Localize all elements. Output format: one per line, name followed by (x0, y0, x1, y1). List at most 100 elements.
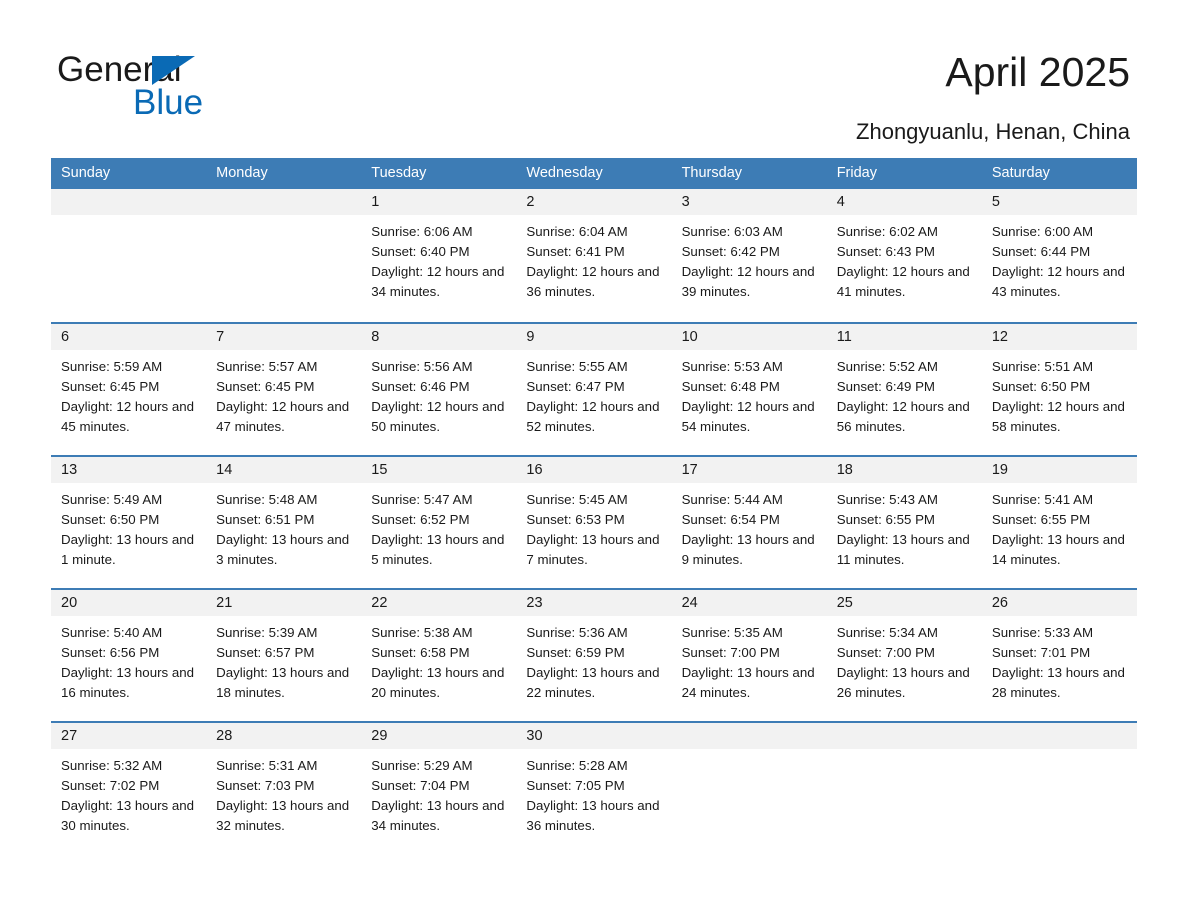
day-number-band (981, 723, 1137, 749)
day-number-band: 25 (826, 590, 982, 616)
day-number: 29 (371, 728, 388, 744)
calendar-day-cell[interactable]: 18 Sunrise: 5:43 AM Sunset: 6:55 PM Dayligh… (826, 457, 982, 588)
daylight-text: Daylight: 13 hours and 34 minutes. (371, 798, 505, 833)
calendar-day-cell[interactable]: 21 Sunrise: 5:39 AM Sunset: 6:57 PM Dayligh… (206, 590, 362, 721)
calendar-day-cell[interactable]: 5 Sunrise: 6:00 AM Sunset: 6:44 PM Daylight… (981, 189, 1137, 322)
sunrise-text: Sunrise: 5:39 AM (216, 625, 318, 640)
page-title: April 2025 (945, 49, 1130, 95)
calendar-day-cell[interactable]: 26 Sunrise: 5:33 AM Sunset: 7:01 PM Dayligh… (981, 590, 1137, 721)
calendar-day-cell[interactable]: 30 Sunrise: 5:28 AM Sunset: 7:05 PM Dayligh… (516, 723, 672, 854)
day-number: 7 (216, 329, 225, 345)
day-number: 22 (371, 595, 388, 611)
day-number: 4 (836, 194, 845, 210)
calendar-week-row: 13 Sunrise: 5:49 AM Sunset: 6:50 PM Dayligh… (51, 455, 1137, 588)
calendar-day-cell[interactable]: 27 Sunrise: 5:32 AM Sunset: 7:02 PM Dayligh… (51, 723, 207, 854)
calendar-day-cell[interactable]: 4 Sunrise: 6:02 AM Sunset: 6:43 PM Daylight… (826, 189, 982, 322)
day-sun-info: Sunrise: 5:38 AM Sunset: 6:58 PM Daylight:… (361, 616, 516, 703)
day-number-band: 12 (981, 324, 1137, 350)
sunset-text: Sunset: 7:03 PM (216, 778, 315, 793)
calendar-day-cell[interactable]: 3 Sunrise: 6:03 AM Sunset: 6:42 PM Daylight… (671, 189, 827, 322)
calendar-day-cell[interactable]: 11 Sunrise: 5:52 AM Sunset: 6:49 PM Dayligh… (826, 324, 982, 455)
weekday-header-monday: Monday (216, 165, 268, 181)
calendar-day-cell[interactable]: 2 Sunrise: 6:04 AM Sunset: 6:41 PM Daylight… (516, 189, 672, 322)
sunrise-text: Sunrise: 5:33 AM (991, 625, 1094, 640)
daylight-text: Daylight: 12 hours and 39 minutes. (681, 264, 815, 299)
calendar-day-cell[interactable]: 20 Sunrise: 5:40 AM Sunset: 6:56 PM Dayligh… (51, 590, 207, 721)
sunrise-text: Sunrise: 5:59 AM (61, 359, 163, 374)
calendar-day-cell[interactable]: 15 Sunrise: 5:47 AM Sunset: 6:52 PM Dayligh… (361, 457, 517, 588)
day-sun-info: Sunrise: 5:56 AM Sunset: 6:46 PM Daylight:… (361, 350, 516, 437)
sunset-text: Sunset: 6:46 PM (371, 379, 470, 394)
day-number: 18 (836, 462, 853, 478)
daylight-text: Daylight: 13 hours and 30 minutes. (61, 798, 195, 833)
sunset-text: Sunset: 6:51 PM (216, 512, 315, 527)
calendar-week-row: 20 Sunrise: 5:40 AM Sunset: 6:56 PM Dayligh… (51, 588, 1137, 721)
day-number: 5 (991, 194, 1000, 210)
sunset-text: Sunset: 6:57 PM (216, 645, 315, 660)
daylight-text: Daylight: 12 hours and 41 minutes. (836, 264, 970, 299)
day-number-band: 14 (206, 457, 362, 483)
day-number: 24 (681, 595, 698, 611)
sunset-text: Sunset: 6:55 PM (836, 512, 936, 527)
day-sun-info: Sunrise: 5:32 AM Sunset: 7:02 PM Daylight:… (51, 749, 206, 836)
calendar-day-cell[interactable]: 23 Sunrise: 5:36 AM Sunset: 6:59 PM Dayligh… (516, 590, 672, 721)
calendar-day-cell[interactable]: 19 Sunrise: 5:41 AM Sunset: 6:55 PM Dayligh… (981, 457, 1137, 588)
sunset-text: Sunset: 6:52 PM (371, 512, 470, 527)
sunrise-text: Sunrise: 5:38 AM (371, 625, 473, 640)
calendar-day-cell[interactable]: 7 Sunrise: 5:57 AM Sunset: 6:45 PM Daylight… (206, 324, 362, 455)
calendar-day-cell[interactable]: 29 Sunrise: 5:29 AM Sunset: 7:04 PM Dayligh… (361, 723, 517, 854)
calendar-day-cell[interactable]: 9 Sunrise: 5:55 AM Sunset: 6:47 PM Daylight… (516, 324, 672, 455)
calendar-day-cell[interactable]: 10 Sunrise: 5:53 AM Sunset: 6:48 PM Dayligh… (671, 324, 827, 455)
daylight-text: Daylight: 13 hours and 5 minutes. (371, 532, 505, 567)
sunset-text: Sunset: 6:59 PM (526, 645, 625, 660)
sunrise-text: Sunrise: 6:02 AM (836, 224, 938, 239)
calendar-day-cell[interactable]: 24 Sunrise: 5:35 AM Sunset: 7:00 PM Dayligh… (671, 590, 827, 721)
calendar-week-row: 6 Sunrise: 5:59 AM Sunset: 6:45 PM Daylight… (51, 322, 1137, 455)
sunset-text: Sunset: 6:41 PM (526, 244, 625, 259)
calendar-day-cell-empty (51, 189, 207, 322)
calendar-day-cell[interactable]: 25 Sunrise: 5:34 AM Sunset: 7:00 PM Dayligh… (826, 590, 982, 721)
day-sun-info: Sunrise: 5:59 AM Sunset: 6:45 PM Daylight:… (51, 350, 206, 437)
sunset-text: Sunset: 6:49 PM (836, 379, 936, 394)
day-number: 10 (681, 329, 698, 345)
calendar-day-cell[interactable]: 14 Sunrise: 5:48 AM Sunset: 6:51 PM Dayligh… (206, 457, 362, 588)
calendar-table: Sunday Monday Tuesday Wednesday Thursday… (51, 158, 1137, 854)
daylight-text: Daylight: 12 hours and 36 minutes. (526, 264, 660, 299)
daylight-text: Daylight: 12 hours and 58 minutes. (991, 399, 1125, 434)
calendar-day-cell[interactable]: 12 Sunrise: 5:51 AM Sunset: 6:50 PM Dayligh… (981, 324, 1137, 455)
calendar-day-cell[interactable]: 1 Sunrise: 6:06 AM Sunset: 6:40 PM Daylight… (361, 189, 517, 322)
calendar-day-cell[interactable]: 17 Sunrise: 5:44 AM Sunset: 6:54 PM Dayligh… (671, 457, 827, 588)
calendar-day-cell[interactable]: 13 Sunrise: 5:49 AM Sunset: 6:50 PM Dayligh… (51, 457, 207, 588)
calendar-day-cell[interactable]: 6 Sunrise: 5:59 AM Sunset: 6:45 PM Daylight… (51, 324, 207, 455)
sunrise-text: Sunrise: 5:32 AM (61, 758, 163, 773)
sunrise-text: Sunrise: 5:36 AM (526, 625, 628, 640)
sunset-text: Sunset: 6:47 PM (526, 379, 625, 394)
sunset-text: Sunset: 6:54 PM (681, 512, 780, 527)
calendar-day-cell[interactable]: 16 Sunrise: 5:45 AM Sunset: 6:53 PM Dayligh… (516, 457, 672, 588)
day-number: 27 (61, 728, 78, 744)
calendar-day-cell[interactable]: 8 Sunrise: 5:56 AM Sunset: 6:46 PM Daylight… (361, 324, 517, 455)
day-number-band: 26 (981, 590, 1137, 616)
logo-text-blue: Blue (133, 83, 204, 122)
day-number: 30 (526, 728, 543, 744)
general-blue-logo[interactable]: General Blue (57, 50, 357, 130)
day-number: 6 (61, 329, 70, 345)
day-sun-info: Sunrise: 5:51 AM Sunset: 6:50 PM Daylight:… (982, 350, 1137, 437)
calendar-day-cell[interactable]: 28 Sunrise: 5:31 AM Sunset: 7:03 PM Dayligh… (206, 723, 362, 854)
day-sun-info: Sunrise: 5:34 AM Sunset: 7:00 PM Daylight:… (827, 616, 982, 703)
day-number: 26 (991, 595, 1008, 611)
sunset-text: Sunset: 6:42 PM (681, 244, 780, 259)
page-header: General Blue April 2025 Zhongyuanlu, Hen… (0, 0, 1188, 158)
day-number-band: 23 (516, 590, 672, 616)
daylight-text: Daylight: 13 hours and 16 minutes. (61, 665, 195, 700)
daylight-text: Daylight: 13 hours and 11 minutes. (836, 532, 970, 567)
day-sun-info: Sunrise: 5:33 AM Sunset: 7:01 PM Daylight:… (982, 616, 1137, 703)
calendar-day-cell[interactable]: 22 Sunrise: 5:38 AM Sunset: 6:58 PM Dayligh… (361, 590, 517, 721)
sunrise-text: Sunrise: 5:52 AM (836, 359, 938, 374)
daylight-text: Daylight: 13 hours and 3 minutes. (216, 532, 350, 567)
day-sun-info: Sunrise: 5:45 AM Sunset: 6:53 PM Daylight:… (516, 483, 671, 570)
day-number-band (51, 189, 207, 215)
sunset-text: Sunset: 7:05 PM (526, 778, 625, 793)
day-number-band: 30 (516, 723, 672, 749)
daylight-text: Daylight: 13 hours and 24 minutes. (681, 665, 815, 700)
